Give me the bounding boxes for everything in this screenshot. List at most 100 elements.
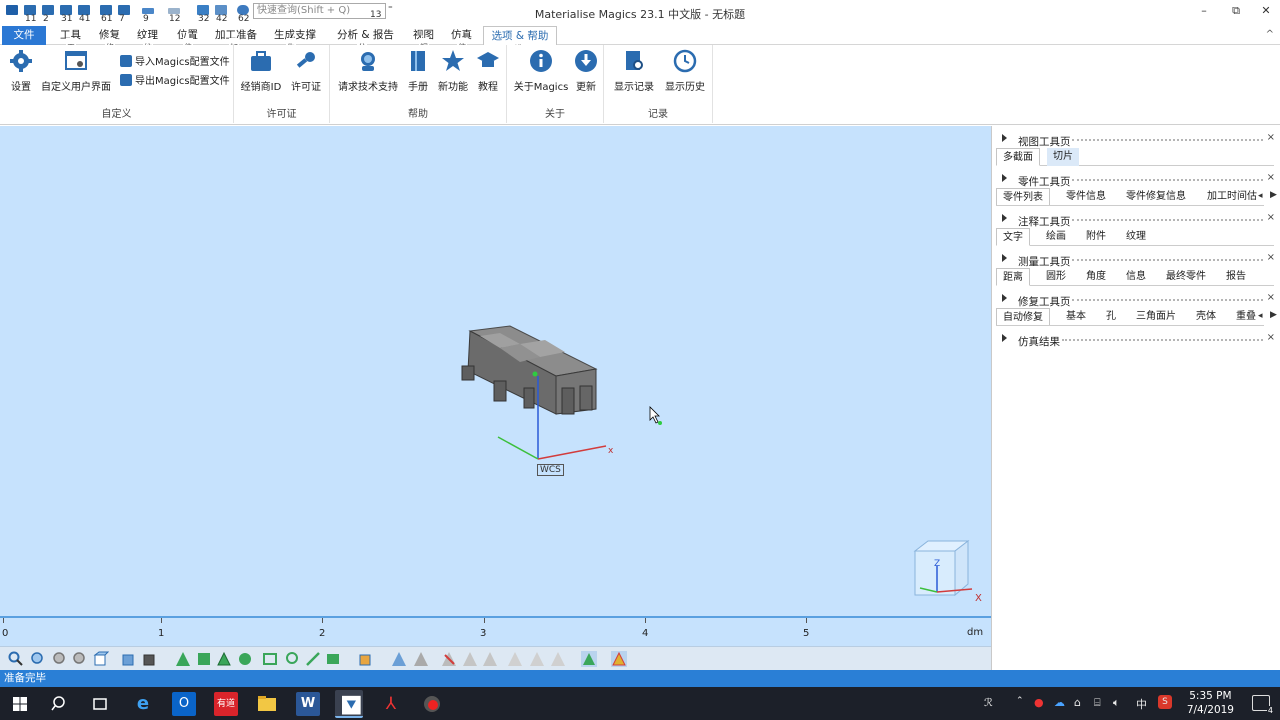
tab-view[interactable]: 视图视 bbox=[409, 26, 438, 57]
unmark-icon[interactable] bbox=[441, 651, 457, 667]
tab-file[interactable]: 文件 bbox=[2, 26, 46, 45]
mark-contour-icon[interactable] bbox=[550, 651, 566, 667]
collapse-arrow-icon[interactable] bbox=[1002, 254, 1007, 262]
volume-icon[interactable]: 🔈︎ bbox=[1113, 696, 1120, 710]
panel-close-icon[interactable]: × bbox=[1267, 132, 1275, 143]
box-select-icon[interactable] bbox=[262, 651, 278, 667]
panel-header[interactable]: 测量工具页 × bbox=[992, 250, 1280, 270]
system-clock[interactable]: 5:35 PM 7/4/2019 bbox=[1187, 689, 1234, 717]
invert-marking-icon[interactable] bbox=[462, 651, 478, 667]
tab-scroll-left-icon[interactable]: ◂ bbox=[1258, 311, 1263, 321]
tab-text[interactable]: 文字 bbox=[996, 228, 1030, 246]
notification-center-icon[interactable]: 4 bbox=[1252, 695, 1274, 715]
tab-multi-section[interactable]: 多截面 bbox=[996, 148, 1040, 166]
close-button[interactable]: ✕ bbox=[1258, 4, 1274, 18]
license-button[interactable]: 许可证 bbox=[288, 49, 324, 93]
panel-close-icon[interactable]: × bbox=[1267, 292, 1275, 303]
ime-indicator[interactable]: 中 bbox=[1136, 696, 1147, 712]
tab-scroll-right-icon[interactable]: ▶ bbox=[1270, 190, 1277, 200]
onedrive-icon[interactable]: ☁ bbox=[1054, 696, 1065, 709]
shell-select-icon[interactable] bbox=[216, 651, 232, 667]
tab-final-part[interactable]: 最终零件 bbox=[1160, 268, 1212, 286]
tab-fix[interactable]: 修复修 bbox=[95, 26, 124, 57]
tab-basic[interactable]: 基本 bbox=[1060, 308, 1092, 325]
tab-report[interactable]: 报告 bbox=[1220, 268, 1252, 286]
new-features-button[interactable]: 新功能 bbox=[436, 49, 470, 93]
import-config-button[interactable]: 导入Magics配置文件 bbox=[120, 53, 230, 68]
tab-part-list[interactable]: 零件列表 bbox=[996, 188, 1050, 205]
tab-angle[interactable]: 角度 bbox=[1080, 268, 1112, 286]
panel-header[interactable]: 仿真结果 × bbox=[992, 330, 1280, 350]
panel-close-icon[interactable]: × bbox=[1267, 172, 1275, 183]
show-history-button[interactable]: 显示历史 bbox=[662, 49, 708, 93]
part-model[interactable] bbox=[461, 325, 598, 415]
show-log-button[interactable]: 显示记录 bbox=[612, 49, 656, 93]
outlook-icon[interactable]: O bbox=[172, 692, 196, 716]
tab-part-fix-info[interactable]: 零件修复信息 bbox=[1120, 188, 1192, 205]
settings-button[interactable]: 设置 bbox=[6, 49, 36, 93]
tab-support-generation[interactable]: 生成支撑生 bbox=[270, 26, 320, 57]
mark-plane-icon[interactable] bbox=[529, 651, 545, 667]
tab-analysis-report[interactable]: 分析 & 报告分 bbox=[333, 26, 398, 57]
panel-header[interactable]: 视图工具页 × bbox=[992, 130, 1280, 150]
search-icon[interactable] bbox=[48, 692, 72, 716]
brush-select-icon[interactable] bbox=[305, 651, 321, 667]
tab-holes[interactable]: 孔 bbox=[1100, 308, 1122, 325]
network-icon[interactable]: ⌸ bbox=[1094, 696, 1101, 710]
tab-part-info[interactable]: 零件信息 bbox=[1060, 188, 1112, 205]
manual-button[interactable]: 手册 bbox=[404, 49, 432, 93]
panel-header[interactable]: 零件工具页 × bbox=[992, 170, 1280, 190]
tab-scroll-right-icon[interactable]: ▶ bbox=[1270, 310, 1277, 320]
youdao-icon[interactable]: 有道 bbox=[214, 692, 238, 716]
solid-view-icon[interactable] bbox=[142, 651, 158, 667]
part-box-icon[interactable] bbox=[358, 651, 374, 667]
triangle-select-icon[interactable] bbox=[175, 651, 191, 667]
tab-build-time[interactable]: 加工时间估 bbox=[1201, 188, 1263, 205]
tab-options-help[interactable]: 选项 & 帮助选 bbox=[483, 26, 557, 58]
view-cube-icon[interactable] bbox=[93, 651, 109, 667]
zoom-part-icon[interactable] bbox=[72, 651, 88, 667]
zoom-window-icon[interactable] bbox=[30, 651, 46, 667]
sphere-select-icon[interactable] bbox=[237, 651, 253, 667]
customize-ui-button[interactable]: 自定义用户界面 bbox=[40, 49, 112, 93]
collapse-arrow-icon[interactable] bbox=[1002, 334, 1007, 342]
tab-simulation[interactable]: 仿真仿 bbox=[447, 26, 476, 57]
task-view-icon[interactable] bbox=[88, 692, 112, 716]
shrink-marking-icon[interactable] bbox=[507, 651, 523, 667]
zoom-icon[interactable] bbox=[8, 651, 24, 667]
collapse-arrow-icon[interactable] bbox=[1002, 134, 1007, 142]
export-config-button[interactable]: 导出Magics配置文件 bbox=[120, 72, 230, 87]
tab-info[interactable]: 信息 bbox=[1120, 268, 1152, 286]
shaded-triangle-mode-icon[interactable] bbox=[611, 651, 627, 667]
shaded-view-icon[interactable] bbox=[121, 651, 137, 667]
navigation-cube[interactable]: Z X bbox=[913, 539, 982, 604]
panel-header[interactable]: 注释工具页 × bbox=[992, 210, 1280, 230]
zoom-all-icon[interactable] bbox=[52, 651, 68, 667]
tab-distance[interactable]: 距离 bbox=[996, 268, 1030, 286]
dealer-id-button[interactable]: 经销商ID bbox=[240, 49, 282, 93]
tutorial-button[interactable]: 教程 bbox=[474, 49, 502, 93]
tab-texture[interactable]: 纹理纹 bbox=[133, 26, 162, 57]
about-magics-button[interactable]: 关于Magics bbox=[513, 49, 569, 93]
tab-triangles[interactable]: 三角面片 bbox=[1130, 308, 1182, 325]
tab-attachment[interactable]: 附件 bbox=[1080, 228, 1112, 246]
magics-taskbar-button[interactable] bbox=[335, 690, 363, 718]
acrobat-icon[interactable]: ⅄ bbox=[379, 692, 403, 716]
collapse-arrow-icon[interactable] bbox=[1002, 214, 1007, 222]
panel-close-icon[interactable]: × bbox=[1267, 212, 1275, 223]
3d-viewport[interactable]: x Z X WCS ⋮ bbox=[0, 126, 991, 616]
collapse-arrow-icon[interactable] bbox=[1002, 174, 1007, 182]
tab-tools[interactable]: 工具工 bbox=[56, 26, 85, 57]
tab-auto-fix[interactable]: 自动修复 bbox=[996, 308, 1050, 325]
tab-slice[interactable]: 切片 bbox=[1047, 148, 1079, 166]
tab-texture[interactable]: 纹理 bbox=[1120, 228, 1152, 246]
request-support-button[interactable]: 请求技术支持 bbox=[336, 49, 400, 93]
ribbon-collapse-button[interactable]: ^ bbox=[1266, 29, 1274, 40]
lasso-select-icon[interactable] bbox=[284, 651, 300, 667]
tab-shells[interactable]: 壳体 bbox=[1190, 308, 1222, 325]
recorder-tray-icon[interactable]: ● bbox=[1034, 696, 1044, 709]
screen-recorder-icon[interactable] bbox=[420, 692, 444, 716]
panel-close-icon[interactable]: × bbox=[1267, 252, 1275, 263]
windows-start-icon[interactable] bbox=[8, 692, 32, 716]
restore-button[interactable]: ⧉ bbox=[1228, 4, 1244, 18]
